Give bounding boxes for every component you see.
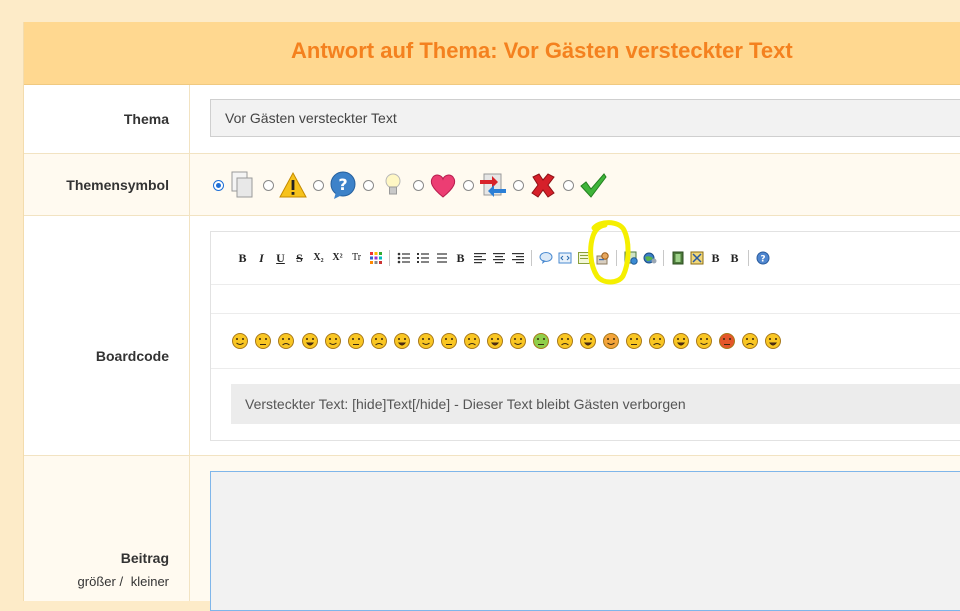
size-separator: /: [119, 574, 124, 589]
smiley-icon[interactable]: [509, 332, 527, 350]
smiley-icon[interactable]: [741, 332, 759, 350]
bbcode-toolbar: B I U S X₂ X² Tr B B B ?: [211, 232, 960, 285]
themensymbol-row: Themensymbol ?: [24, 154, 960, 216]
toolbar-options-row: [211, 285, 960, 314]
smiley-icon[interactable]: [532, 332, 550, 350]
align-right-icon[interactable]: [511, 251, 525, 265]
beitrag-label: Beitrag: [120, 550, 169, 566]
topic-icon-radio-heart[interactable]: [413, 179, 424, 191]
smiley-list: [231, 332, 788, 350]
thema-label: Thema: [123, 111, 169, 127]
warning-icon: [279, 171, 307, 198]
align-left-icon[interactable]: [473, 251, 487, 265]
smiley-icon[interactable]: [301, 332, 319, 350]
bold-button-4[interactable]: B: [725, 250, 744, 266]
smiley-icon[interactable]: [625, 332, 643, 350]
video-film-icon[interactable]: [671, 251, 685, 265]
bold-button-3[interactable]: B: [706, 250, 725, 266]
smiley-icon[interactable]: [393, 332, 411, 350]
exchange-icon: [480, 173, 506, 197]
smiley-icon[interactable]: [764, 332, 782, 350]
smiley-icon[interactable]: [718, 332, 736, 350]
topic-icon-radio-warning[interactable]: [263, 179, 274, 191]
topic-icon-picker: ?: [210, 169, 610, 201]
url-globe-icon[interactable]: [643, 251, 657, 265]
smiley-icon[interactable]: [602, 332, 620, 350]
smiley-icon[interactable]: [486, 332, 504, 350]
numbered-list-icon[interactable]: [416, 251, 430, 265]
smiley-icon[interactable]: [463, 332, 481, 350]
document-icon: [231, 171, 253, 198]
svg-text:?: ?: [338, 175, 347, 194]
smiley-icon[interactable]: [648, 332, 666, 350]
superscript-button[interactable]: X²: [328, 250, 347, 266]
title-bar: Antwort auf Thema: Vor Gästen versteckte…: [24, 22, 960, 85]
topic-icon-radio-question[interactable]: [313, 179, 324, 191]
lightbulb-icon: [385, 173, 401, 195]
smiley-icon[interactable]: [672, 332, 690, 350]
smiley-bar: [211, 314, 960, 369]
boardcode-help-text: Versteckter Text: [hide]Text[/hide] - Di…: [231, 384, 960, 424]
topic-icon-radio-check[interactable]: [563, 179, 574, 191]
textarea-smaller-link[interactable]: kleiner: [131, 574, 169, 589]
bold-button-2[interactable]: B: [451, 250, 470, 266]
thema-input[interactable]: [210, 99, 960, 137]
smiley-icon[interactable]: [347, 332, 365, 350]
color-grid-icon[interactable]: [369, 251, 383, 265]
quote-icon[interactable]: [539, 251, 553, 265]
svg-text:?: ?: [760, 255, 765, 265]
heart-icon: [430, 174, 456, 198]
reply-form-panel: Antwort auf Thema: Vor Gästen versteckte…: [23, 22, 960, 611]
smiley-icon[interactable]: [417, 332, 435, 350]
subscript-button[interactable]: X₂: [309, 250, 328, 266]
question-icon: ?: [330, 171, 356, 199]
align-center-icon[interactable]: [492, 251, 506, 265]
smiley-icon[interactable]: [254, 332, 272, 350]
textarea-bigger-link[interactable]: größer: [78, 574, 116, 589]
beitrag-row: Beitrag größer / kleiner: [24, 456, 960, 611]
smiley-icon[interactable]: [231, 332, 249, 350]
list-item-icon[interactable]: [435, 251, 449, 265]
italic-button[interactable]: I: [252, 250, 271, 266]
help-icon[interactable]: ?: [756, 251, 770, 265]
smiley-icon[interactable]: [370, 332, 388, 350]
strikethrough-button[interactable]: S: [290, 250, 309, 266]
bold-button[interactable]: B: [233, 250, 252, 266]
spoiler-icon[interactable]: [577, 251, 591, 265]
thema-row: Thema: [24, 85, 960, 154]
image-icon[interactable]: [624, 251, 638, 265]
smiley-icon[interactable]: [324, 332, 342, 350]
boardcode-label: Boardcode: [95, 348, 169, 364]
cross-icon: [531, 173, 555, 198]
check-icon: [580, 173, 607, 198]
hide-text-icon[interactable]: [596, 251, 610, 265]
topic-icon-radio-lightbulb[interactable]: [363, 179, 374, 191]
boardcode-editor: B I U S X₂ X² Tr B B B ? Versteckter Tex…: [210, 231, 960, 441]
smiley-icon[interactable]: [440, 332, 458, 350]
code-icon[interactable]: [558, 251, 572, 265]
topic-icon-radio-exchange[interactable]: [463, 179, 474, 191]
underline-button[interactable]: U: [271, 250, 290, 266]
themensymbol-label: Themensymbol: [66, 177, 169, 193]
message-textarea[interactable]: [210, 471, 960, 611]
topic-icon-radio-cross[interactable]: [513, 179, 524, 191]
bullet-list-icon[interactable]: [397, 251, 411, 265]
font-button[interactable]: Tr: [347, 250, 366, 266]
smiley-icon[interactable]: [277, 332, 295, 350]
boardcode-row: Boardcode B I U S X₂ X² Tr B B B ? Verst…: [24, 216, 960, 456]
flash-media-icon[interactable]: [690, 251, 704, 265]
topic-icon-radio-document[interactable]: [213, 179, 224, 191]
smiley-icon[interactable]: [695, 332, 713, 350]
page-title: Antwort auf Thema: Vor Gästen versteckte…: [291, 38, 793, 63]
smiley-icon[interactable]: [579, 332, 597, 350]
smiley-icon[interactable]: [556, 332, 574, 350]
